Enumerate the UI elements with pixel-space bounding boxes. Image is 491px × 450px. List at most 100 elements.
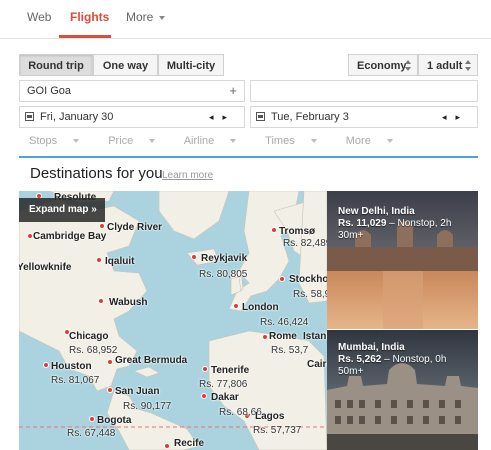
depart-date-field[interactable]: Fri, January 30 ◂▸ xyxy=(19,106,245,128)
map-label: London xyxy=(242,302,279,313)
round-trip-button[interactable]: Round trip xyxy=(19,54,93,76)
destinations-title: Destinations for you xyxy=(30,165,163,182)
map-marker[interactable] xyxy=(262,334,268,340)
card-price: Rs. 5,262 xyxy=(338,354,382,365)
map-label: Cairo xyxy=(307,359,327,370)
chevron-down-icon xyxy=(386,139,393,144)
card-price: Rs. 11,029 xyxy=(338,218,387,229)
map-label: Cambridge Bay xyxy=(33,231,107,242)
map-marker[interactable] xyxy=(279,276,285,282)
card-city: New Delhi, India xyxy=(338,206,415,217)
map-price: Rs. 53,7 xyxy=(271,345,309,356)
map-price: Rs. 58,9 xyxy=(293,289,327,300)
card-city: Mumbai, India xyxy=(338,342,405,353)
map-label: Houston xyxy=(51,361,92,372)
map-price: Rs. 80,805 xyxy=(199,269,248,280)
map-marker[interactable] xyxy=(98,298,104,304)
map-label: Istanbul xyxy=(303,331,327,342)
return-date-value: Tue, February 3 xyxy=(271,111,349,123)
map-marker[interactable] xyxy=(233,303,239,309)
chevron-down-icon xyxy=(159,15,166,20)
origin-input[interactable]: GOI Goa + xyxy=(19,80,245,102)
filter-times[interactable]: Times xyxy=(265,135,330,147)
map-label: Rome xyxy=(269,331,297,342)
expand-map-button[interactable]: Expand map » xyxy=(19,198,105,222)
destination-card-mumbai[interactable]: Mumbai, India Rs. 5,262 – Nonstop, 0h 50… xyxy=(327,330,478,450)
nav-more-label: More xyxy=(126,10,154,24)
map-label: Chicago xyxy=(69,331,109,342)
map-marker[interactable] xyxy=(99,223,105,229)
map-price: Rs. 90,177 xyxy=(123,401,172,412)
filter-airline[interactable]: Airline xyxy=(184,135,250,147)
filter-airline-label: Airline xyxy=(183,135,215,147)
map-marker[interactable] xyxy=(107,387,113,393)
passengers-select-value: 1 adult xyxy=(427,60,463,72)
map-price: Rs. 81,067 xyxy=(51,375,100,386)
map-price: Rs. 57,737 xyxy=(253,425,302,436)
map-marker[interactable] xyxy=(164,443,170,449)
map-label: San Juan xyxy=(115,386,160,397)
destinations-map[interactable]: Resolute Clyde River Cambridge Bay Troms… xyxy=(19,191,327,450)
learn-more-link[interactable]: Learn more xyxy=(162,170,213,181)
map-marker[interactable] xyxy=(191,254,197,260)
origin-value: GOI Goa xyxy=(27,85,72,97)
depart-date-value: Fri, January 30 xyxy=(40,111,114,123)
map-marker[interactable] xyxy=(89,416,95,422)
filter-bar: Stops Price Airline Times More xyxy=(29,135,419,147)
chevron-down-icon xyxy=(149,139,156,144)
updown-arrow-icon xyxy=(465,60,471,72)
date-prev-next-icon[interactable]: ◂▸ xyxy=(209,107,236,127)
multi-city-button[interactable]: Multi-city xyxy=(158,54,224,76)
filter-times-label: Times xyxy=(265,135,295,147)
filter-price[interactable]: Price xyxy=(108,135,168,147)
map-marker[interactable] xyxy=(107,359,113,365)
filter-stops-label: Stops xyxy=(29,135,58,147)
active-tab-indicator xyxy=(59,35,111,38)
add-origin-icon[interactable]: + xyxy=(229,81,237,101)
map-label: Yellowknife xyxy=(19,262,72,273)
filter-more-label: More xyxy=(345,135,371,147)
map-label: Wabush xyxy=(109,297,148,308)
map-label: Lagos xyxy=(255,411,285,422)
map-marker[interactable] xyxy=(201,393,207,399)
destination-card-new-delhi[interactable]: New Delhi, India Rs. 11,029 – Nonstop, 2… xyxy=(327,191,478,329)
chevron-down-icon xyxy=(230,139,237,144)
map-marker[interactable] xyxy=(96,257,102,263)
map-label: Tromsø xyxy=(279,226,316,237)
destination-input[interactable] xyxy=(250,80,478,102)
return-date-field[interactable]: Tue, February 3 ◂▸ xyxy=(250,106,478,128)
map-price: Rs. 67,448 xyxy=(67,428,116,439)
passengers-select[interactable]: 1 adult xyxy=(418,54,478,76)
map-label: Tenerife xyxy=(211,365,250,376)
nav-web[interactable]: Web xyxy=(27,10,51,24)
map-label: Great Bermuda xyxy=(115,355,188,366)
map-price: Rs. 77,806 xyxy=(199,379,248,390)
chevron-down-icon xyxy=(73,139,80,144)
filter-more[interactable]: More xyxy=(346,135,406,147)
filter-stops[interactable]: Stops xyxy=(29,135,92,147)
map-label: Bogota xyxy=(97,415,132,426)
one-way-button[interactable]: One way xyxy=(93,54,158,76)
map-marker[interactable] xyxy=(43,362,49,368)
cabin-select[interactable]: Economy xyxy=(348,54,418,76)
card-info: Rs. 11,029 – Nonstop, 2h 30m+ xyxy=(338,218,470,242)
section-divider xyxy=(19,156,478,158)
map-label: Stockholm xyxy=(289,274,327,285)
map-label: Reykjavik xyxy=(201,253,248,264)
calendar-icon xyxy=(256,112,265,121)
updown-arrow-icon xyxy=(405,60,411,72)
nav-flights[interactable]: Flights xyxy=(70,10,109,24)
filter-price-label: Price xyxy=(108,135,134,147)
nav-more[interactable]: More xyxy=(126,10,166,24)
map-label: Dakar xyxy=(211,392,239,403)
map-label: Clyde River xyxy=(107,222,163,233)
calendar-icon xyxy=(25,112,34,121)
date-prev-next-icon[interactable]: ◂▸ xyxy=(442,107,469,127)
map-label: Recife xyxy=(174,438,205,449)
map-price: Rs. 46,424 xyxy=(260,317,309,328)
chevron-down-icon xyxy=(310,139,317,144)
map-price: Rs. 82,489 xyxy=(283,238,327,249)
map-marker[interactable] xyxy=(271,227,277,233)
map-marker[interactable] xyxy=(202,366,208,372)
card-info: Rs. 5,262 – Nonstop, 0h 50m+ xyxy=(338,354,470,378)
